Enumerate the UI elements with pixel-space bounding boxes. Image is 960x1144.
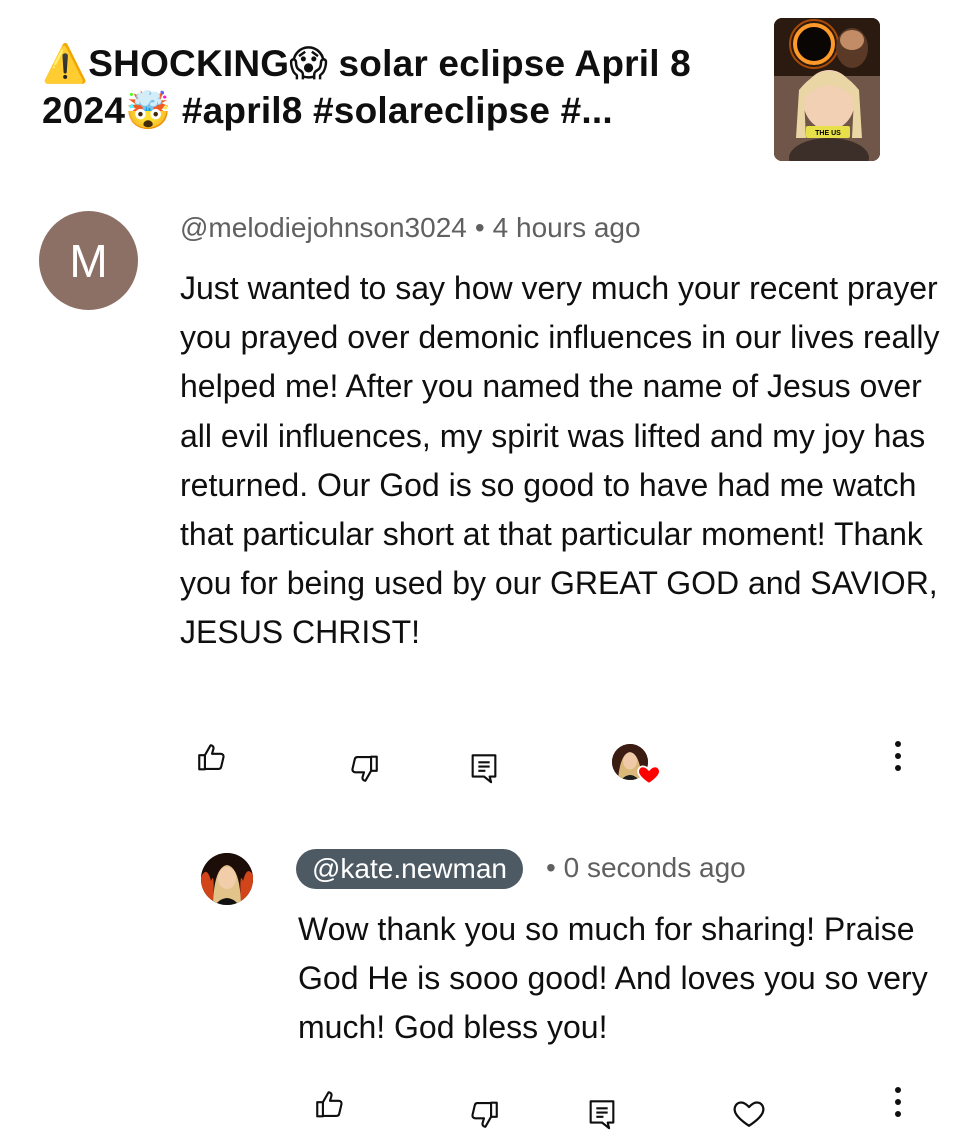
reply-icon <box>471 754 497 784</box>
more-vertical-icon <box>895 1087 901 1117</box>
reply-like-button[interactable] <box>312 1087 348 1123</box>
thumb-up-icon <box>316 1091 343 1118</box>
comment-timestamp: 4 hours ago <box>492 212 641 243</box>
like-button[interactable] <box>194 740 230 776</box>
heart-button[interactable] <box>729 1093 769 1133</box>
reply-reply-button[interactable] <box>584 1096 620 1132</box>
reply-button[interactable] <box>466 750 502 786</box>
thumb-down-icon <box>471 1101 498 1128</box>
reply-text: Wow thank you so much for sharing! Prais… <box>298 911 928 1046</box>
more-vertical-icon <box>895 741 901 771</box>
thumbnail-caption: THE US <box>815 130 841 137</box>
thumbnail-image: THE US <box>774 18 880 161</box>
reply-more-button[interactable] <box>886 1084 910 1120</box>
thumb-down-icon <box>351 755 378 782</box>
comment-meta: @melodiejohnson3024 • 4 hours ago <box>180 212 641 244</box>
commenter-avatar[interactable]: M <box>39 211 138 310</box>
thumb-up-icon <box>198 744 225 771</box>
reply-meta: • 0 seconds ago <box>546 852 746 884</box>
meta-separator: • <box>474 212 485 243</box>
reply-avatar[interactable] <box>201 853 253 905</box>
heart-outline-icon <box>733 1101 765 1127</box>
comment-text: Just wanted to say how very much your re… <box>180 270 940 651</box>
meta-separator: • <box>546 852 556 883</box>
comment-more-button[interactable] <box>886 738 910 774</box>
video-thumbnail[interactable]: THE US <box>774 18 880 161</box>
dislike-button[interactable] <box>346 750 382 786</box>
creator-heart-icon <box>637 765 661 785</box>
reply-icon <box>589 1100 615 1130</box>
reply-author-photo <box>201 853 253 905</box>
reply-author-handle[interactable]: @kate.newman <box>296 849 523 889</box>
reply-dislike-button[interactable] <box>466 1096 502 1132</box>
comment-author[interactable]: @melodiejohnson3024 <box>180 212 467 243</box>
video-title[interactable]: ⚠️SHOCKING😱 solar eclipse April 8 2024🤯 … <box>42 40 742 134</box>
reply-timestamp: 0 seconds ago <box>563 852 746 883</box>
creator-heart-badge <box>636 761 662 787</box>
